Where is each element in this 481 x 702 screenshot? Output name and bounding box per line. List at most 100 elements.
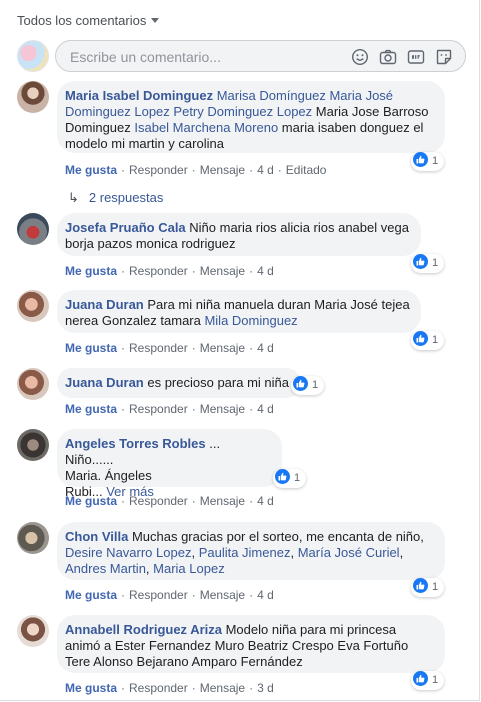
mentioned-user-link[interactable]: Paulita Jimenez: [199, 545, 291, 560]
emoji-icon[interactable]: [351, 48, 369, 66]
like-button[interactable]: Me gusta: [65, 494, 117, 508]
like-button[interactable]: Me gusta: [65, 264, 117, 278]
comment-input[interactable]: [68, 47, 342, 67]
comment-text-segment: ,: [290, 545, 298, 560]
comment-bubble: Angeles Torres Robles ... Niño...... Mar…: [57, 429, 282, 499]
reply-button[interactable]: Responder: [129, 588, 188, 602]
comment-bubble: Juana Duran Para mi niña manuela duran M…: [57, 290, 421, 333]
mentioned-user-link[interactable]: Andres Martin: [65, 561, 146, 576]
comment-actions: Me gusta · Responder · Mensaje · 4 d · Editado: [65, 163, 327, 177]
comment-author[interactable]: Josefa Pruaño Cala: [65, 220, 186, 235]
comment-actions: Me gusta · Responder · Mensaje · 3 d: [65, 681, 274, 695]
reply-button[interactable]: Responder: [129, 681, 188, 695]
comment-author[interactable]: Chon Villa: [65, 529, 128, 544]
comment-bubble: Annabell Rodriguez Ariza Modelo niña par…: [57, 615, 445, 673]
comment-author[interactable]: Annabell Rodriguez Ariza: [65, 622, 222, 637]
message-button[interactable]: Mensaje: [200, 588, 245, 602]
reply-arrow-icon: ↳: [68, 190, 79, 205]
avatar[interactable]: [17, 290, 49, 322]
message-button[interactable]: Mensaje: [200, 402, 245, 416]
mentioned-user-link[interactable]: Marisa Domínguez: [217, 88, 326, 103]
timestamp[interactable]: 4 d: [257, 402, 274, 416]
like-reaction-icon: [413, 152, 428, 167]
comment-bubble: Maria Isabel Dominguez Marisa Domínguez …: [57, 81, 445, 153]
like-reaction-icon: [293, 376, 308, 391]
comment-text-segment: ,: [399, 545, 404, 560]
message-button[interactable]: Mensaje: [200, 341, 245, 355]
reaction-count[interactable]: 1: [273, 469, 307, 488]
message-button[interactable]: Mensaje: [200, 494, 245, 508]
message-button[interactable]: Mensaje: [200, 681, 245, 695]
caret-down-icon: [151, 18, 160, 23]
avatar[interactable]: [17, 368, 49, 400]
comment-actions: Me gusta · Responder · Mensaje · 4 d: [65, 341, 274, 355]
comment-composer: [17, 40, 467, 72]
timestamp[interactable]: 3 d: [257, 681, 274, 695]
comment-actions: Me gusta · Responder · Mensaje · 4 d: [65, 264, 274, 278]
mentioned-user-link[interactable]: Petry Dominguez Lopez: [173, 104, 312, 119]
sticker-icon[interactable]: [435, 48, 453, 66]
comment-text-segment: ,: [191, 545, 199, 560]
mentioned-user-link[interactable]: Isabel Marchena Moreno: [134, 120, 278, 135]
like-button[interactable]: Me gusta: [65, 588, 117, 602]
mentioned-user-link[interactable]: Maria Lopez: [153, 561, 225, 576]
reply-button[interactable]: Responder: [129, 402, 188, 416]
timestamp[interactable]: 4 d: [257, 494, 274, 508]
comment-text-line: Maria. Ángeles: [65, 468, 152, 483]
timestamp[interactable]: 4 d: [257, 264, 274, 278]
comment-bubble: Josefa Pruaño Cala Niño maria rios alici…: [57, 213, 421, 256]
comment-author[interactable]: Maria Isabel Dominguez: [65, 88, 213, 103]
comment-text: es precioso para mi niña: [144, 375, 289, 390]
reaction-count[interactable]: 1: [411, 331, 445, 350]
like-button[interactable]: Me gusta: [65, 681, 117, 695]
reply-button[interactable]: Responder: [129, 341, 188, 355]
avatar[interactable]: [17, 213, 49, 245]
comment-bubble: Juana Duran es precioso para mi niña: [57, 368, 301, 398]
reply-button[interactable]: Responder: [129, 264, 188, 278]
reaction-count[interactable]: 1: [291, 376, 325, 395]
comment-input-box[interactable]: [55, 40, 466, 72]
comment-actions: Me gusta · Responder · Mensaje · 4 d: [65, 494, 274, 508]
like-reaction-icon: [275, 469, 290, 484]
filter-label: Todos los comentarios: [17, 13, 147, 28]
message-button[interactable]: Mensaje: [200, 264, 245, 278]
current-user-avatar: [17, 40, 49, 72]
timestamp[interactable]: 4 d: [257, 341, 274, 355]
comment-actions: Me gusta · Responder · Mensaje · 4 d: [65, 588, 274, 602]
edited-label[interactable]: Editado: [286, 163, 327, 177]
like-button[interactable]: Me gusta: [65, 402, 117, 416]
like-button[interactable]: Me gusta: [65, 341, 117, 355]
like-button[interactable]: Me gusta: [65, 163, 117, 177]
avatar[interactable]: [17, 615, 49, 647]
avatar[interactable]: [17, 429, 49, 461]
reply-button[interactable]: Responder: [129, 163, 188, 177]
like-reaction-icon: [413, 331, 428, 346]
mentioned-user-link[interactable]: María José Curiel: [298, 545, 400, 560]
gif-icon[interactable]: [407, 48, 425, 66]
mentioned-user-link[interactable]: Mila Dominguez: [204, 313, 297, 328]
comment-actions: Me gusta · Responder · Mensaje · 4 d: [65, 402, 274, 416]
comment-filter-dropdown[interactable]: Todos los comentarios: [17, 13, 160, 28]
reaction-count[interactable]: 1: [411, 578, 445, 597]
message-button[interactable]: Mensaje: [200, 163, 245, 177]
comments-panel: Todos los comentarios Maria Isabel Domin…: [0, 0, 480, 701]
comment-author[interactable]: Juana Duran: [65, 375, 144, 390]
mentioned-user-link[interactable]: Desire Navarro Lopez: [65, 545, 191, 560]
timestamp[interactable]: 4 d: [257, 163, 274, 177]
like-reaction-icon: [413, 578, 428, 593]
comment-text-segment: es precioso para mi niña: [143, 375, 289, 390]
avatar[interactable]: [17, 81, 49, 113]
view-replies-link[interactable]: ↳ 2 respuestas: [68, 190, 163, 206]
reaction-count[interactable]: 1: [411, 254, 445, 273]
comment-text-segment: Muchas gracias por el sorteo, me encanta…: [128, 529, 424, 544]
avatar[interactable]: [17, 522, 49, 554]
like-reaction-icon: [413, 671, 428, 686]
camera-icon[interactable]: [379, 48, 397, 66]
reaction-count[interactable]: 1: [411, 671, 445, 690]
reaction-count[interactable]: 1: [411, 152, 445, 171]
comment-author[interactable]: Juana Duran: [65, 297, 144, 312]
reply-button[interactable]: Responder: [129, 494, 188, 508]
comment-author[interactable]: Angeles Torres Robles: [65, 436, 206, 451]
comment-bubble: Chon Villa Muchas gracias por el sorteo,…: [57, 522, 445, 580]
timestamp[interactable]: 4 d: [257, 588, 274, 602]
